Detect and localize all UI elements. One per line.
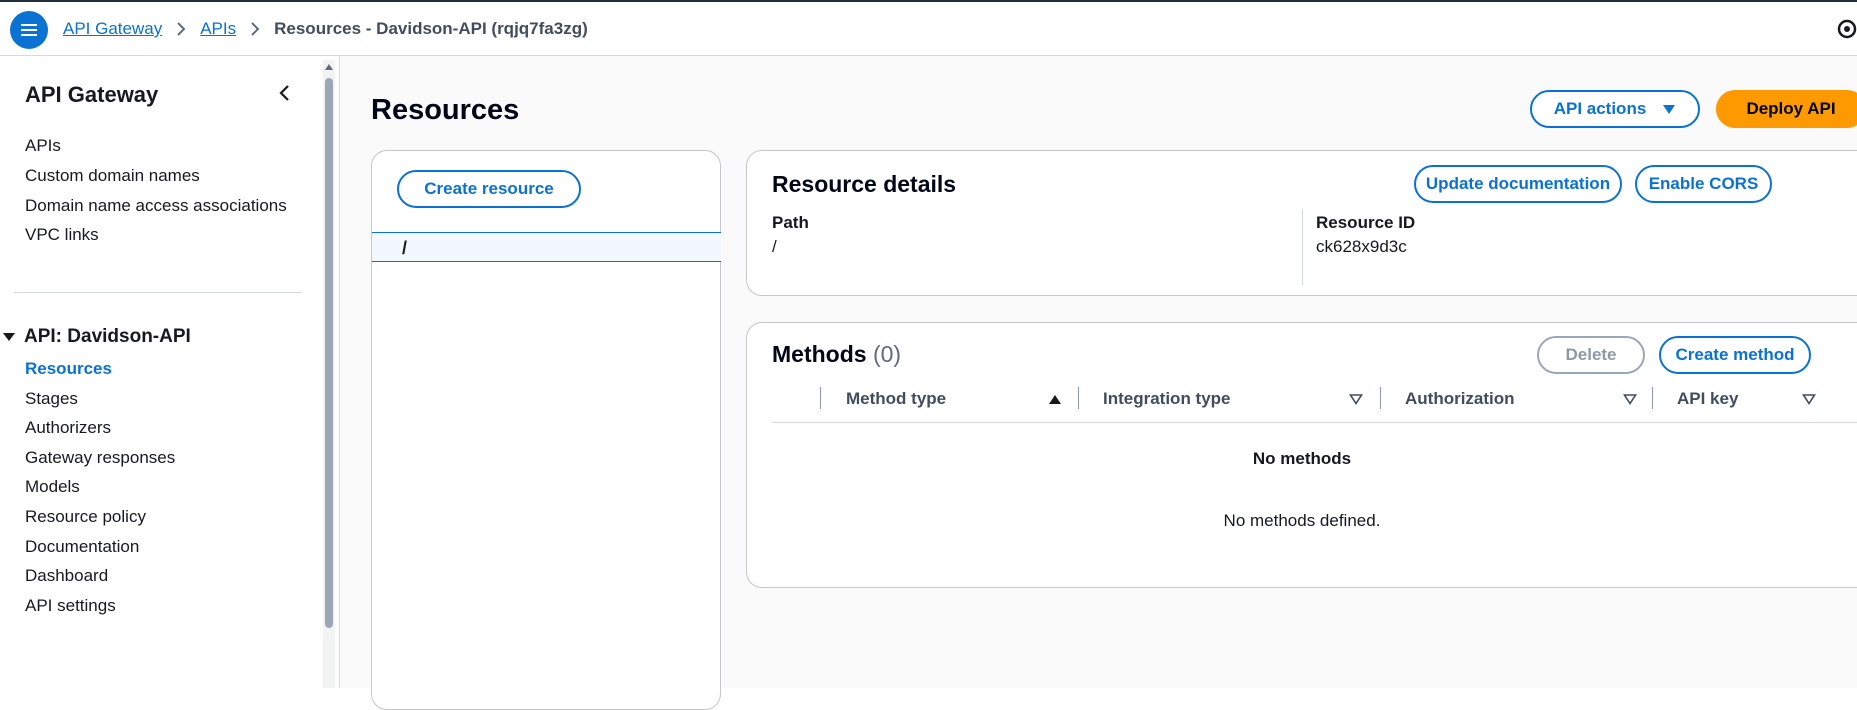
methods-table-header: Method type Integration type Authorizati… (772, 383, 1857, 423)
sidebar-item-authorizers[interactable]: Authorizers (25, 418, 111, 438)
sort-icon[interactable] (1623, 393, 1637, 405)
sidebar-item-domain-name-access-associations[interactable]: Domain name access associations (25, 196, 287, 216)
column-separator (1652, 387, 1653, 409)
resource-details-panel: Resource details Update documentation En… (746, 150, 1857, 296)
sidebar-title: API Gateway (25, 82, 159, 107)
methods-title: Methods (0) (772, 341, 901, 368)
settings-icon[interactable] (1835, 17, 1857, 41)
scrollbar-thumb[interactable] (325, 78, 333, 628)
enable-cors-button[interactable]: Enable CORS (1635, 165, 1772, 203)
sidebar-divider (14, 292, 302, 293)
resource-tree-panel: Create resource / (371, 150, 721, 710)
chevron-left-icon (279, 85, 289, 101)
path-label: Path (772, 213, 809, 232)
sidebar-item-stages[interactable]: Stages (25, 389, 78, 409)
column-header-authorization[interactable]: Authorization (1405, 389, 1515, 409)
resource-details-title: Resource details (772, 171, 957, 197)
resource-id-value: ck628x9d3c (1316, 237, 1407, 256)
sidebar-item-documentation[interactable]: Documentation (25, 537, 139, 557)
chevron-right-icon (250, 21, 260, 37)
sidebar-section-api[interactable]: API: Davidson-API (2, 326, 191, 348)
caret-down-icon (3, 333, 15, 341)
empty-state-description: No methods defined. (1223, 511, 1381, 530)
page-title: Resources (371, 94, 520, 126)
sidebar-section-label: API: Davidson-API (24, 326, 191, 347)
sidebar-item-vpc-links[interactable]: VPC links (25, 225, 99, 245)
breadcrumb-api-gateway[interactable]: API Gateway (63, 19, 162, 39)
empty-state-title: No methods (1252, 449, 1352, 468)
sort-icon[interactable] (1349, 393, 1363, 405)
path-value: / (772, 237, 777, 256)
methods-title-text: Methods (772, 341, 867, 367)
api-actions-dropdown[interactable]: API actions (1530, 90, 1700, 128)
resource-tree-item-root[interactable]: / (372, 232, 721, 262)
column-header-api-key[interactable]: API key (1677, 389, 1738, 409)
column-header-method-type[interactable]: Method type (846, 389, 946, 409)
column-separator (820, 387, 821, 409)
update-documentation-button[interactable]: Update documentation (1414, 165, 1622, 203)
sidebar-item-api-settings[interactable]: API settings (25, 596, 116, 616)
create-method-button[interactable]: Create method (1659, 336, 1811, 374)
main-content: Resources API actions Deploy API Create … (341, 56, 1857, 710)
sort-icon[interactable] (1802, 393, 1816, 405)
api-actions-label: API actions (1553, 99, 1647, 118)
breadcrumb-current: Resources - Davidson-API (rqjq7fa3zg) (274, 19, 588, 38)
column-separator (1380, 387, 1381, 409)
sort-ascending-icon[interactable] (1048, 393, 1062, 405)
sidebar-item-resource-policy[interactable]: Resource policy (25, 507, 146, 527)
top-navigation-bar: API Gateway APIs Resources - Davidson-AP… (0, 0, 1857, 56)
sidebar-scrollbar[interactable] (323, 60, 335, 688)
sidebar-item-resources[interactable]: Resources (25, 359, 112, 379)
sidebar-item-gateway-responses[interactable]: Gateway responses (25, 448, 175, 468)
menu-button[interactable] (10, 11, 48, 49)
create-resource-button[interactable]: Create resource (397, 170, 581, 208)
resource-path-label: / (402, 238, 408, 258)
column-separator (1078, 387, 1079, 409)
side-navigation: API Gateway APIs Custom domain names Dom… (0, 56, 340, 688)
sidebar-item-dashboard[interactable]: Dashboard (25, 566, 108, 586)
sidebar-item-models[interactable]: Models (25, 477, 80, 497)
column-header-integration-type[interactable]: Integration type (1103, 389, 1231, 409)
breadcrumb-apis[interactable]: APIs (200, 19, 236, 39)
scroll-up-arrow-icon[interactable] (324, 62, 334, 72)
details-divider (1302, 209, 1303, 285)
methods-count: (0) (872, 341, 902, 367)
chevron-right-icon (176, 21, 186, 37)
caret-down-icon (1663, 105, 1676, 114)
deploy-api-button[interactable]: Deploy API (1716, 90, 1857, 128)
breadcrumb: API Gateway APIs Resources - Davidson-AP… (63, 19, 588, 39)
resource-id-label: Resource ID (1316, 213, 1416, 232)
collapse-sidebar-button[interactable] (274, 82, 296, 104)
sidebar-item-apis[interactable]: APIs (25, 136, 61, 156)
hamburger-menu-icon (21, 24, 37, 36)
sidebar-item-custom-domain-names[interactable]: Custom domain names (25, 166, 200, 186)
delete-method-button[interactable]: Delete (1537, 336, 1645, 374)
methods-panel: Methods (0) Delete Create method Method … (746, 322, 1857, 588)
